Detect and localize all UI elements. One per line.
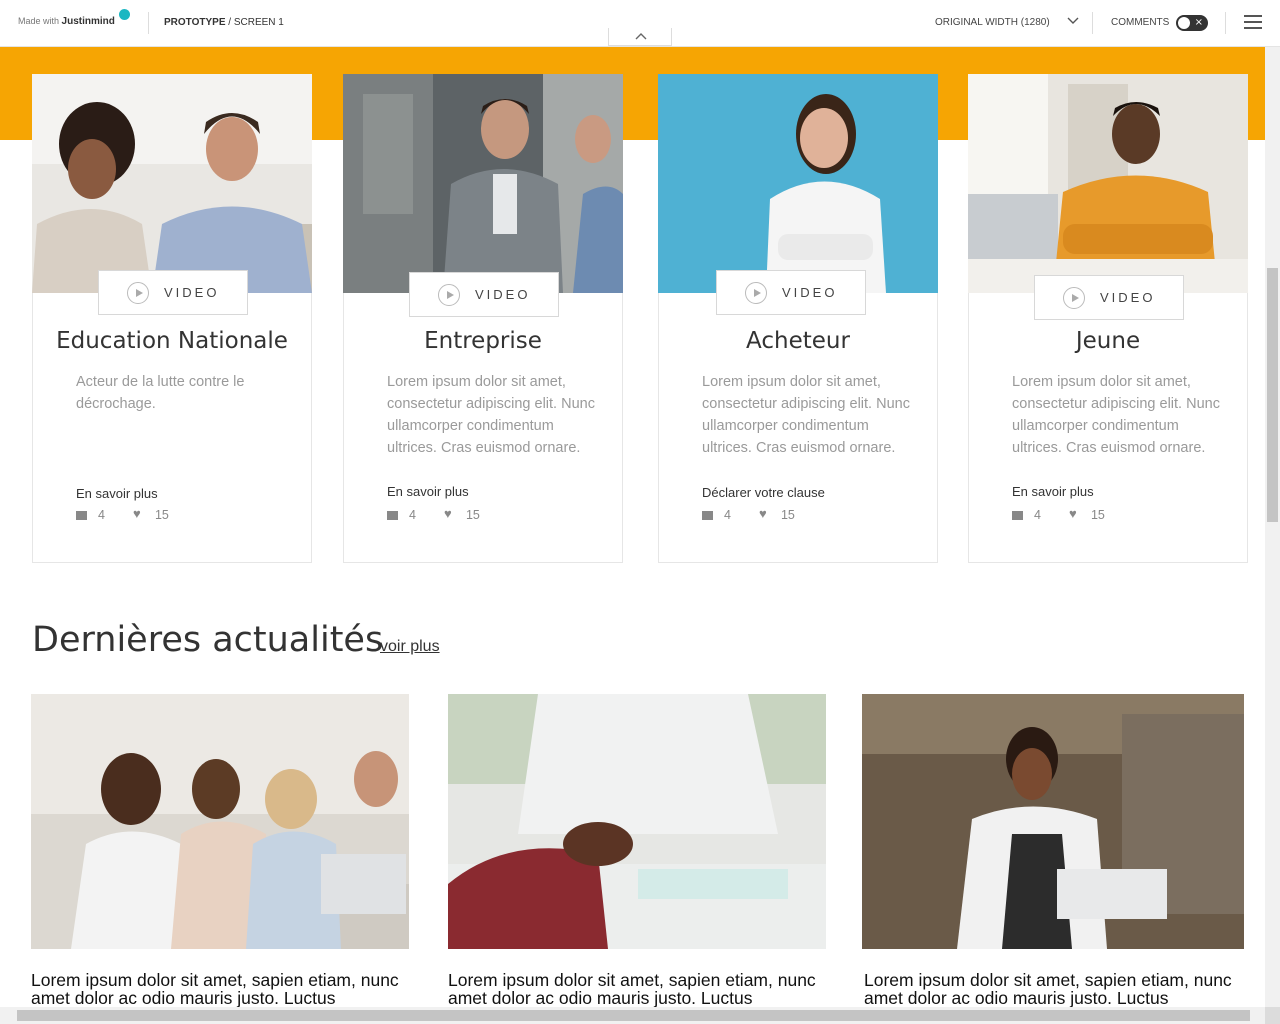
horizontal-scrollbar[interactable]	[0, 1007, 1265, 1024]
comments-toggle[interactable]: ×	[1176, 15, 1208, 31]
chevron-down-icon[interactable]	[1067, 14, 1079, 26]
profile-card-acheteur: VIDEO Acheteur Lorem ipsum dolor sit ame…	[658, 74, 938, 563]
heart-icon[interactable]	[759, 506, 771, 521]
like-count: 15	[465, 508, 480, 522]
card-link[interactable]: En savoir plus	[1012, 484, 1094, 499]
video-button[interactable]: VIDEO	[98, 270, 248, 315]
video-label: VIDEO	[782, 285, 838, 300]
justinmind-brand[interactable]: Made with Justinmind	[18, 16, 115, 27]
card-title: Acheteur	[746, 328, 850, 354]
card-description: Lorem ipsum dolor sit amet, consectetur …	[1012, 374, 1220, 456]
comment-icon	[1012, 511, 1023, 521]
card-link[interactable]: Déclarer votre clause	[702, 485, 825, 500]
breadcrumb-separator: /	[225, 17, 234, 28]
heart-icon[interactable]	[444, 506, 456, 521]
comment-count: 4	[1034, 508, 1041, 522]
video-button[interactable]: VIDEO	[409, 272, 559, 317]
brand-name: Justinmind	[61, 16, 115, 27]
news-more-link[interactable]: voir plus	[380, 638, 440, 656]
scrollbar-corner	[1265, 1007, 1280, 1024]
news-image[interactable]	[448, 694, 826, 949]
profile-card-jeune: VIDEO Jeune Lorem ipsum dolor sit amet, …	[968, 74, 1248, 563]
profile-card-education: VIDEO Education Nationale Acteur de la l…	[32, 74, 312, 563]
chevron-up-icon	[635, 33, 647, 40]
horizontal-scroll-thumb[interactable]	[17, 1010, 1250, 1021]
play-icon	[1063, 287, 1085, 309]
card-stats: 4 15	[702, 506, 795, 522]
news-excerpt: Lorem ipsum dolor sit amet, sapien etiam…	[31, 970, 399, 1008]
comment-count: 4	[409, 508, 416, 522]
toolbar-divider	[148, 12, 149, 34]
card-description: Lorem ipsum dolor sit amet, consectetur …	[702, 374, 910, 456]
news-image[interactable]	[31, 694, 409, 949]
comment-icon	[387, 511, 398, 521]
card-title: Education Nationale	[56, 328, 288, 354]
brand-dot-icon	[119, 9, 130, 20]
play-icon	[745, 282, 767, 304]
toolbar-divider	[1092, 12, 1093, 34]
toggle-off-icon: ×	[1194, 17, 1203, 28]
profile-card-entreprise: VIDEO Entreprise Lorem ipsum dolor sit a…	[343, 74, 623, 563]
card-photo	[343, 74, 623, 293]
card-description: Lorem ipsum dolor sit amet, consectetur …	[387, 374, 595, 456]
card-photo	[32, 74, 312, 293]
like-count: 15	[154, 508, 169, 522]
like-count: 15	[1090, 508, 1105, 522]
like-count: 15	[780, 508, 795, 522]
comments-label: COMMENTS	[1111, 17, 1170, 28]
news-image[interactable]	[862, 694, 1244, 949]
comment-icon	[76, 511, 87, 521]
toggle-knob	[1178, 17, 1190, 29]
card-title: Entreprise	[424, 328, 542, 354]
collapse-toolbar-button[interactable]	[608, 28, 672, 46]
video-label: VIDEO	[164, 285, 220, 300]
card-stats: 4 15	[387, 506, 480, 522]
card-stats: 4 15	[76, 506, 169, 522]
toolbar-divider	[1225, 12, 1226, 34]
comment-icon	[702, 511, 713, 521]
news-section-title: Dernières actualités	[32, 620, 384, 660]
breadcrumb-project[interactable]: PROTOTYPE	[164, 17, 226, 28]
vertical-scrollbar[interactable]	[1265, 47, 1280, 1007]
card-photo	[968, 74, 1248, 293]
video-button[interactable]: VIDEO	[1034, 275, 1184, 320]
card-description: Acteur de la lutte contre le décrochage.	[76, 374, 245, 412]
hamburger-menu-icon[interactable]	[1244, 15, 1262, 29]
video-label: VIDEO	[475, 287, 531, 302]
brand-prefix: Made with	[18, 16, 60, 26]
news-excerpt: Lorem ipsum dolor sit amet, sapien etiam…	[448, 970, 816, 1008]
comment-count: 4	[724, 508, 731, 522]
video-button[interactable]: VIDEO	[716, 270, 866, 315]
card-link[interactable]: En savoir plus	[387, 484, 469, 499]
card-photo	[658, 74, 938, 293]
original-width-selector[interactable]: ORIGINAL WIDTH (1280)	[935, 17, 1050, 28]
vertical-scroll-thumb[interactable]	[1267, 268, 1278, 522]
breadcrumb-screen[interactable]: SCREEN 1	[234, 17, 284, 28]
video-label: VIDEO	[1100, 290, 1156, 305]
play-icon	[438, 284, 460, 306]
card-title: Jeune	[1075, 328, 1141, 354]
heart-icon[interactable]	[133, 506, 145, 521]
news-excerpt: Lorem ipsum dolor sit amet, sapien etiam…	[864, 970, 1232, 1008]
card-link[interactable]: En savoir plus	[76, 486, 158, 501]
comment-count: 4	[98, 508, 105, 522]
card-stats: 4 15	[1012, 506, 1105, 522]
play-icon	[127, 282, 149, 304]
heart-icon[interactable]	[1069, 506, 1081, 521]
breadcrumb: PROTOTYPE / SCREEN 1	[164, 17, 284, 28]
